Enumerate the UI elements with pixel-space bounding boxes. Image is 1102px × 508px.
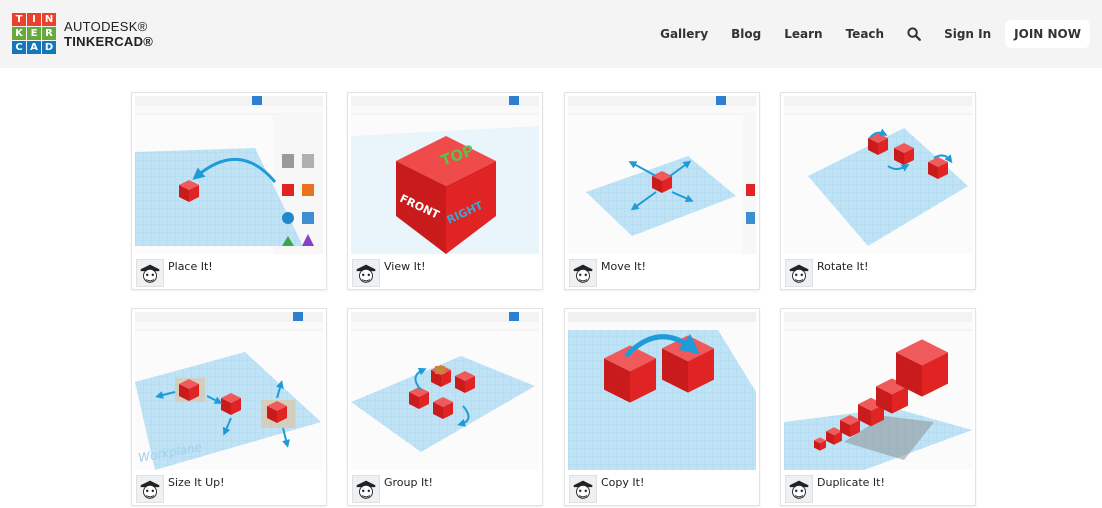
lesson-thumbnail [351,312,539,470]
lesson-card-footer: Copy It! [565,472,759,505]
lesson-card[interactable]: Group It! [347,308,543,506]
lesson-card[interactable]: Place It! [131,92,327,290]
lesson-title[interactable]: Rotate It! [817,260,868,273]
lesson-thumbnail [568,312,756,470]
lesson-title[interactable]: Group It! [384,476,433,489]
author-avatar [136,259,164,287]
main-nav: Gallery Blog Learn Teach Sign In JOIN NO… [637,18,1090,50]
sign-in-link[interactable]: Sign In [944,27,991,41]
logo-letter: C [12,41,26,54]
top-navbar: T I N K E R C A D AUTODESK® TINKERCAD® G… [0,0,1102,68]
lesson-thumbnail [135,96,323,254]
tinkercad-logo[interactable]: T I N K E R C A D AUTODESK® TINKERCAD® [12,13,153,54]
nav-gallery[interactable]: Gallery [660,27,708,41]
lesson-title[interactable]: Duplicate It! [817,476,885,489]
lesson-card-footer: Move It! [565,256,759,289]
nav-teach[interactable]: Teach [846,27,884,41]
lesson-card-footer: Rotate It! [781,256,975,289]
logo-letter: D [42,41,56,54]
nav-blog[interactable]: Blog [731,27,761,41]
lesson-title[interactable]: Size It Up! [168,476,225,489]
logo-letter: I [27,13,41,26]
search-icon[interactable] [907,27,921,41]
logo-letter: N [42,13,56,26]
author-avatar [136,475,164,503]
lesson-card[interactable]: Workplane Size It Up! [131,308,327,506]
author-avatar [352,259,380,287]
lesson-card-footer: Place It! [132,256,326,289]
logo-letter: R [42,27,56,40]
lesson-title[interactable]: Place It! [168,260,213,273]
logo-autodesk-text: AUTODESK® [64,18,148,34]
logo-letter: T [12,13,26,26]
lesson-card-footer: View It! [348,256,542,289]
author-avatar [569,475,597,503]
lesson-thumbnail [568,96,756,254]
lesson-title[interactable]: Copy It! [601,476,644,489]
logo-letter: K [12,27,26,40]
nav-learn[interactable]: Learn [784,27,822,41]
author-avatar [352,475,380,503]
lesson-card[interactable]: Rotate It! [780,92,976,290]
lesson-title[interactable]: Move It! [601,260,646,273]
lesson-card-footer: Size It Up! [132,472,326,505]
lesson-card-footer: Duplicate It! [781,472,975,505]
lesson-card[interactable]: TOP FRONT RIGHT View It! [347,92,543,290]
lesson-card-footer: Group It! [348,472,542,505]
lesson-card[interactable]: Move It! [564,92,760,290]
lesson-thumbnail: Workplane [135,312,323,470]
logo-letter: E [27,27,41,40]
logo-tinkercad-text: TINKERCAD® [64,33,154,49]
lesson-thumbnail [784,312,972,470]
join-now-button[interactable]: JOIN NOW [1005,20,1090,48]
logo-letter: A [27,41,41,54]
author-avatar [569,259,597,287]
author-avatar [785,475,813,503]
logo-letter-grid: T I N K E R C A D [12,13,56,54]
lesson-title[interactable]: View It! [384,260,426,273]
lesson-thumbnail: TOP FRONT RIGHT [351,96,539,254]
lesson-card[interactable]: Duplicate It! [780,308,976,506]
logo-wordmark: AUTODESK® TINKERCAD® [64,19,153,49]
author-avatar [785,259,813,287]
lesson-card[interactable]: Copy It! [564,308,760,506]
lesson-thumbnail [784,96,972,254]
